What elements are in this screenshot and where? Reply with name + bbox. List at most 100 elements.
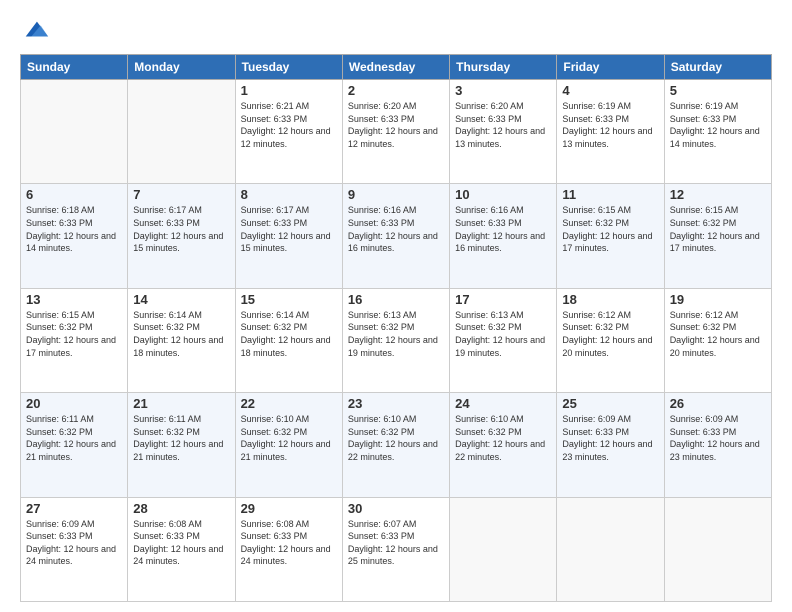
day-info: Sunrise: 6:17 AM Sunset: 6:33 PM Dayligh… <box>241 204 337 254</box>
day-header-monday: Monday <box>128 55 235 80</box>
calendar-day-cell: 30Sunrise: 6:07 AM Sunset: 6:33 PM Dayli… <box>342 497 449 601</box>
day-number: 11 <box>562 187 658 202</box>
day-info: Sunrise: 6:18 AM Sunset: 6:33 PM Dayligh… <box>26 204 122 254</box>
calendar-day-cell: 29 Sunrise: 6:08 AM Sunset: 6:33 PM Dayli… <box>235 497 342 601</box>
calendar-day-cell: 27Sunrise: 6:09 AM Sunset: 6:33 PM Dayli… <box>21 497 128 601</box>
calendar-day-cell: 7 Sunrise: 6:17 AM Sunset: 6:33 PM Daylig… <box>128 184 235 288</box>
day-number: 4 <box>562 83 658 98</box>
calendar-day-cell: 22 Sunrise: 6:10 AM Sunset: 6:32 PM Dayli… <box>235 393 342 497</box>
day-header-friday: Friday <box>557 55 664 80</box>
calendar-day-cell: 15 Sunrise: 6:14 AM Sunset: 6:32 PM Dayli… <box>235 288 342 392</box>
day-number: 6 <box>26 187 122 202</box>
calendar-day-cell: 28 Sunrise: 6:08 AM Sunset: 6:33 PM Dayli… <box>128 497 235 601</box>
day-number: 17 <box>455 292 551 307</box>
day-info: Sunrise: 6:19 AM Sunset: 6:33 PM Dayligh… <box>562 100 658 150</box>
calendar-day-cell: 25 Sunrise: 6:09 AM Sunset: 6:33 PM Dayli… <box>557 393 664 497</box>
calendar-day-cell: 8 Sunrise: 6:17 AM Sunset: 6:33 PM Daylig… <box>235 184 342 288</box>
calendar-day-cell <box>557 497 664 601</box>
calendar-day-cell: 12Sunrise: 6:15 AM Sunset: 6:32 PM Dayli… <box>664 184 771 288</box>
day-header-tuesday: Tuesday <box>235 55 342 80</box>
day-number: 23 <box>348 396 444 411</box>
logo-icon <box>22 16 50 44</box>
page: SundayMondayTuesdayWednesdayThursdayFrid… <box>0 0 792 612</box>
day-info: Sunrise: 6:21 AM Sunset: 6:33 PM Dayligh… <box>241 100 337 150</box>
day-number: 2 <box>348 83 444 98</box>
calendar-day-cell: 14 Sunrise: 6:14 AM Sunset: 6:32 PM Dayli… <box>128 288 235 392</box>
day-info: Sunrise: 6:11 AM Sunset: 6:32 PM Dayligh… <box>133 413 229 463</box>
day-number: 9 <box>348 187 444 202</box>
calendar-day-cell: 1 Sunrise: 6:21 AM Sunset: 6:33 PM Daylig… <box>235 80 342 184</box>
calendar-day-cell: 3 Sunrise: 6:20 AM Sunset: 6:33 PM Daylig… <box>450 80 557 184</box>
day-number: 8 <box>241 187 337 202</box>
day-info: Sunrise: 6:10 AM Sunset: 6:32 PM Dayligh… <box>241 413 337 463</box>
day-info: Sunrise: 6:10 AM Sunset: 6:32 PM Dayligh… <box>455 413 551 463</box>
day-header-saturday: Saturday <box>664 55 771 80</box>
day-info: Sunrise: 6:20 AM Sunset: 6:33 PM Dayligh… <box>348 100 444 150</box>
calendar-day-cell: 18Sunrise: 6:12 AM Sunset: 6:32 PM Dayli… <box>557 288 664 392</box>
day-number: 15 <box>241 292 337 307</box>
calendar-day-cell: 26 Sunrise: 6:09 AM Sunset: 6:33 PM Dayli… <box>664 393 771 497</box>
day-info: Sunrise: 6:15 AM Sunset: 6:32 PM Dayligh… <box>670 204 766 254</box>
day-info: Sunrise: 6:15 AM Sunset: 6:32 PM Dayligh… <box>26 309 122 359</box>
day-number: 10 <box>455 187 551 202</box>
day-number: 22 <box>241 396 337 411</box>
day-info: Sunrise: 6:17 AM Sunset: 6:33 PM Dayligh… <box>133 204 229 254</box>
calendar-day-cell <box>450 497 557 601</box>
day-number: 26 <box>670 396 766 411</box>
day-info: Sunrise: 6:11 AM Sunset: 6:32 PM Dayligh… <box>26 413 122 463</box>
header <box>20 16 772 44</box>
day-info: Sunrise: 6:07 AM Sunset: 6:33 PM Dayligh… <box>348 518 444 568</box>
calendar-day-cell: 11 Sunrise: 6:15 AM Sunset: 6:32 PM Dayli… <box>557 184 664 288</box>
day-number: 18 <box>562 292 658 307</box>
calendar-day-cell <box>128 80 235 184</box>
day-info: Sunrise: 6:12 AM Sunset: 6:32 PM Dayligh… <box>670 309 766 359</box>
day-info: Sunrise: 6:14 AM Sunset: 6:32 PM Dayligh… <box>133 309 229 359</box>
day-info: Sunrise: 6:13 AM Sunset: 6:32 PM Dayligh… <box>348 309 444 359</box>
calendar-week-row: 27Sunrise: 6:09 AM Sunset: 6:33 PM Dayli… <box>21 497 772 601</box>
day-info: Sunrise: 6:09 AM Sunset: 6:33 PM Dayligh… <box>562 413 658 463</box>
day-number: 27 <box>26 501 122 516</box>
day-number: 19 <box>670 292 766 307</box>
calendar-table: SundayMondayTuesdayWednesdayThursdayFrid… <box>20 54 772 602</box>
day-header-thursday: Thursday <box>450 55 557 80</box>
calendar-day-cell: 16 Sunrise: 6:13 AM Sunset: 6:32 PM Dayli… <box>342 288 449 392</box>
calendar-day-cell: 24 Sunrise: 6:10 AM Sunset: 6:32 PM Dayli… <box>450 393 557 497</box>
day-info: Sunrise: 6:15 AM Sunset: 6:32 PM Dayligh… <box>562 204 658 254</box>
day-info: Sunrise: 6:09 AM Sunset: 6:33 PM Dayligh… <box>670 413 766 463</box>
day-number: 20 <box>26 396 122 411</box>
day-number: 1 <box>241 83 337 98</box>
day-info: Sunrise: 6:20 AM Sunset: 6:33 PM Dayligh… <box>455 100 551 150</box>
day-header-wednesday: Wednesday <box>342 55 449 80</box>
day-number: 5 <box>670 83 766 98</box>
calendar-header-row: SundayMondayTuesdayWednesdayThursdayFrid… <box>21 55 772 80</box>
day-number: 3 <box>455 83 551 98</box>
day-info: Sunrise: 6:14 AM Sunset: 6:32 PM Dayligh… <box>241 309 337 359</box>
calendar-week-row: 13 Sunrise: 6:15 AM Sunset: 6:32 PM Dayli… <box>21 288 772 392</box>
day-header-sunday: Sunday <box>21 55 128 80</box>
day-number: 14 <box>133 292 229 307</box>
day-info: Sunrise: 6:13 AM Sunset: 6:32 PM Dayligh… <box>455 309 551 359</box>
day-info: Sunrise: 6:16 AM Sunset: 6:33 PM Dayligh… <box>348 204 444 254</box>
day-info: Sunrise: 6:08 AM Sunset: 6:33 PM Dayligh… <box>241 518 337 568</box>
day-info: Sunrise: 6:08 AM Sunset: 6:33 PM Dayligh… <box>133 518 229 568</box>
day-number: 25 <box>562 396 658 411</box>
calendar-day-cell: 21 Sunrise: 6:11 AM Sunset: 6:32 PM Dayli… <box>128 393 235 497</box>
day-number: 13 <box>26 292 122 307</box>
day-number: 28 <box>133 501 229 516</box>
day-number: 29 <box>241 501 337 516</box>
day-number: 21 <box>133 396 229 411</box>
logo <box>20 16 50 44</box>
calendar-day-cell: 20 Sunrise: 6:11 AM Sunset: 6:32 PM Dayli… <box>21 393 128 497</box>
calendar-day-cell: 23 Sunrise: 6:10 AM Sunset: 6:32 PM Dayli… <box>342 393 449 497</box>
day-info: Sunrise: 6:16 AM Sunset: 6:33 PM Dayligh… <box>455 204 551 254</box>
calendar-day-cell <box>664 497 771 601</box>
day-number: 7 <box>133 187 229 202</box>
day-info: Sunrise: 6:10 AM Sunset: 6:32 PM Dayligh… <box>348 413 444 463</box>
calendar-week-row: 20 Sunrise: 6:11 AM Sunset: 6:32 PM Dayli… <box>21 393 772 497</box>
calendar-day-cell: 10 Sunrise: 6:16 AM Sunset: 6:33 PM Dayli… <box>450 184 557 288</box>
calendar-day-cell: 19 Sunrise: 6:12 AM Sunset: 6:32 PM Dayli… <box>664 288 771 392</box>
calendar-day-cell: 6 Sunrise: 6:18 AM Sunset: 6:33 PM Daylig… <box>21 184 128 288</box>
calendar-day-cell: 4 Sunrise: 6:19 AM Sunset: 6:33 PM Daylig… <box>557 80 664 184</box>
day-number: 16 <box>348 292 444 307</box>
day-number: 24 <box>455 396 551 411</box>
